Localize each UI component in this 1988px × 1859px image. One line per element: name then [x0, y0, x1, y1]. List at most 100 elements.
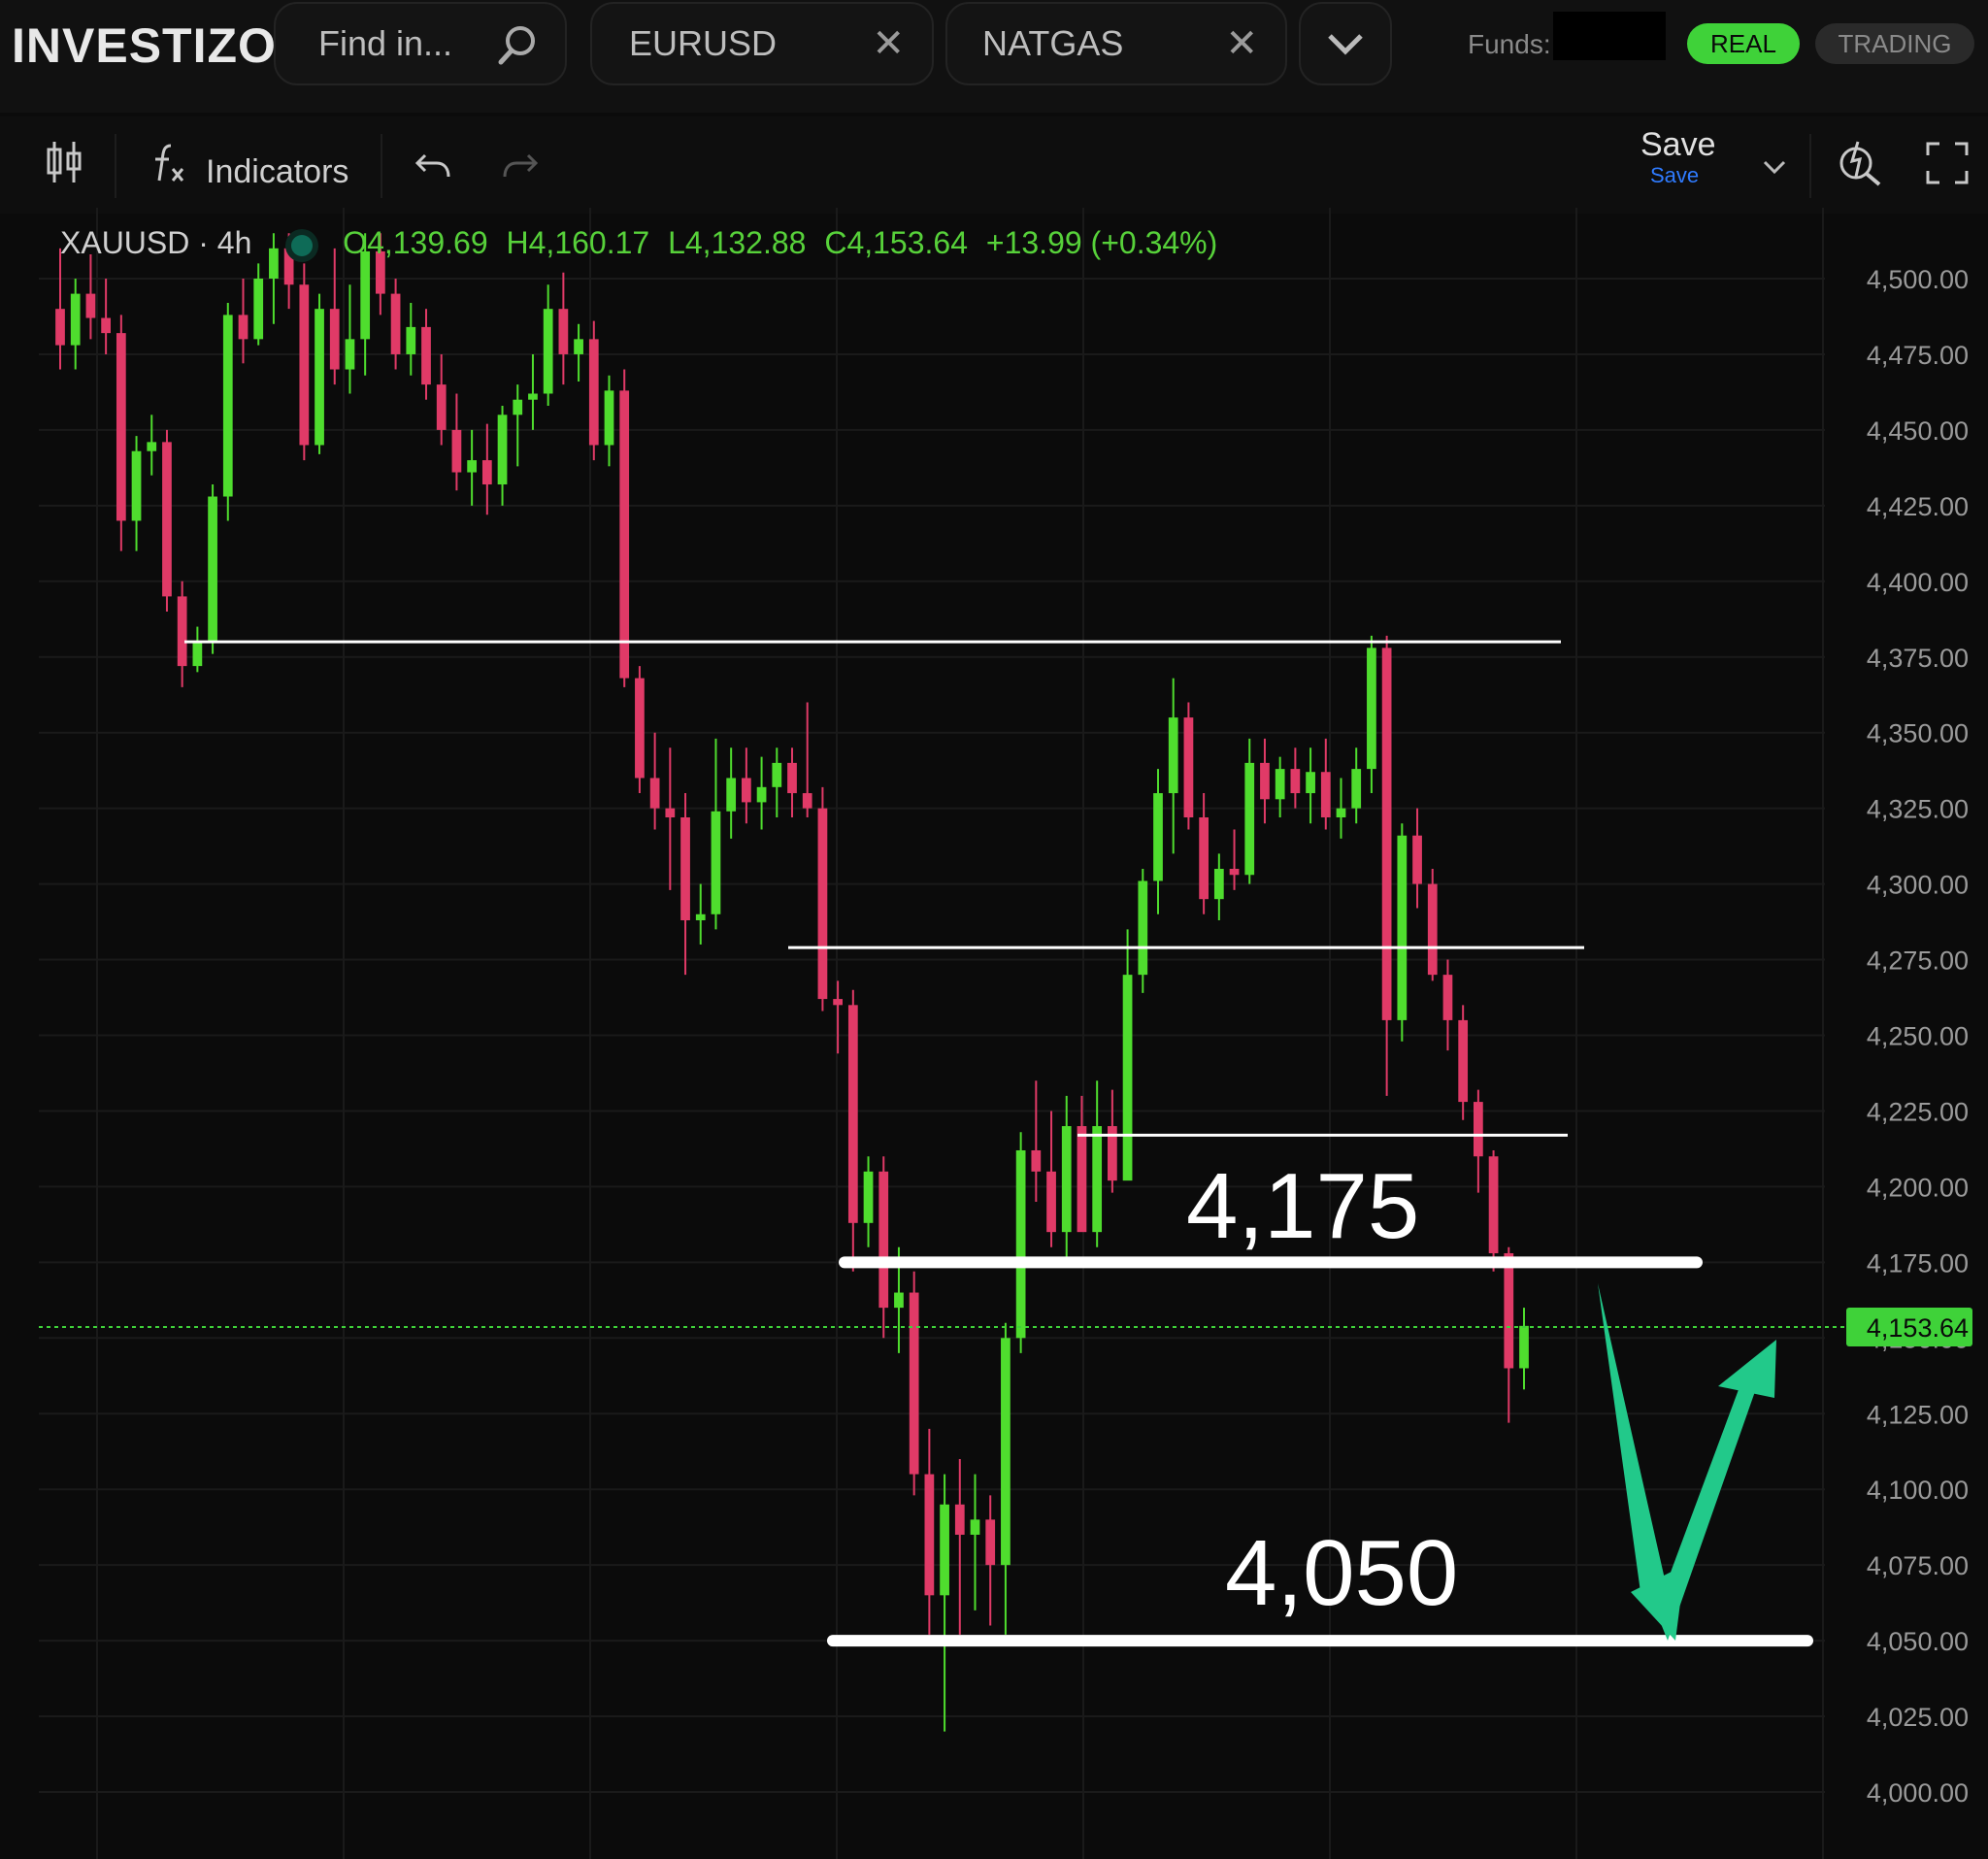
- chart-legend: XAUUSD · 4h O4,139.69 H4,160.17 L4,132.8…: [60, 225, 1217, 261]
- price-tick-label: 4,425.00: [1867, 492, 1969, 521]
- candle-body: [619, 390, 630, 679]
- candle-body: [1183, 717, 1194, 818]
- candle-body: [847, 1005, 858, 1223]
- arrow-annotation: [1598, 1283, 1776, 1641]
- candle-body: [1488, 1156, 1499, 1253]
- function-icon[interactable]: [149, 140, 188, 186]
- tab-natgas[interactable]: NATGAS ✕: [945, 2, 1287, 85]
- price-chart[interactable]: 4,500.00 4,475.00 4,450.00 4,425.00 4,400.00…: [0, 208, 1988, 1859]
- real-mode-button[interactable]: REAL: [1687, 23, 1800, 64]
- top-bar: INVESTIZO Find in... EURUSD ✕ NATGAS ✕ F…: [0, 0, 1988, 113]
- candle-body: [863, 1171, 874, 1223]
- trading-mode-button[interactable]: TRADING: [1815, 23, 1974, 64]
- logo[interactable]: INVESTIZO: [12, 12, 277, 80]
- candle-body: [894, 1292, 904, 1309]
- candle-body: [467, 460, 477, 473]
- candle-body: [315, 309, 324, 446]
- arrow-up-head: [1718, 1340, 1776, 1398]
- price-tick-label: 4,100.00: [1867, 1476, 1969, 1505]
- candle-body: [1442, 975, 1453, 1020]
- candle-body: [421, 326, 431, 385]
- tabs-dropdown-button[interactable]: [1299, 2, 1392, 85]
- candle-body: [772, 762, 782, 787]
- candle-body: [1153, 793, 1163, 881]
- candle-body: [985, 1519, 996, 1566]
- candle-body: [451, 429, 462, 473]
- redo-icon[interactable]: [501, 148, 540, 183]
- candle-body: [1275, 769, 1285, 800]
- candle-body: [253, 279, 264, 340]
- candle-body: [756, 786, 767, 803]
- candle-body: [604, 390, 614, 446]
- save-button[interactable]: Save: [1640, 126, 1716, 164]
- price-tick-label: 4,325.00: [1867, 795, 1969, 824]
- save-sublabel: Save: [1650, 163, 1700, 187]
- low-value: L4,132.88: [668, 225, 807, 260]
- candle-body: [1427, 883, 1438, 976]
- candle-body: [162, 442, 172, 597]
- undo-icon[interactable]: [414, 148, 452, 183]
- fullscreen-icon[interactable]: [1926, 142, 1969, 184]
- candle-body: [1336, 808, 1346, 818]
- price-tick-label: 4,350.00: [1867, 719, 1969, 748]
- candle-body: [1213, 869, 1224, 900]
- change-value: +13.99 (+0.34%): [985, 225, 1218, 260]
- candle-body: [1260, 762, 1270, 800]
- candle-body: [360, 250, 371, 340]
- toolbar-divider: [1809, 134, 1811, 198]
- candle-body: [238, 315, 248, 340]
- candle-body: [1474, 1102, 1483, 1157]
- candle-body: [101, 317, 111, 334]
- indicators-button[interactable]: Indicators: [206, 153, 348, 191]
- close-icon[interactable]: ✕: [1225, 21, 1258, 66]
- arrow-up-shaft: [1656, 1377, 1759, 1641]
- candle-body: [558, 309, 569, 354]
- quick-search-icon[interactable]: [1837, 138, 1885, 186]
- candle-body: [177, 596, 187, 667]
- candle-type-icon[interactable]: [43, 138, 85, 186]
- candle-body: [1381, 647, 1392, 1020]
- open-value: O4,139.69: [343, 225, 488, 260]
- candle-body: [436, 384, 447, 430]
- symbol-label[interactable]: XAUUSD · 4h: [60, 225, 251, 260]
- price-tick-label: 4,025.00: [1867, 1703, 1969, 1732]
- candle-body: [513, 399, 523, 415]
- candle-body: [1092, 1126, 1103, 1233]
- candle-body: [635, 678, 645, 779]
- candle-body: [1290, 769, 1301, 794]
- search-input[interactable]: Find in...: [318, 23, 452, 64]
- tab-eurusd[interactable]: EURUSD ✕: [590, 2, 934, 85]
- price-tick-label: 4,125.00: [1867, 1400, 1969, 1429]
- level-label-4175: 4,175: [1186, 1154, 1420, 1258]
- search-box[interactable]: Find in...: [274, 2, 567, 85]
- candles: [55, 233, 1529, 1732]
- chevron-down-icon: [1328, 34, 1363, 55]
- candle-body: [208, 496, 217, 643]
- candle-body: [1504, 1252, 1514, 1369]
- price-tick-label: 4,450.00: [1867, 416, 1969, 446]
- current-price-label: 4,153.64: [1867, 1313, 1969, 1343]
- candle-body: [1046, 1171, 1056, 1233]
- chevron-down-icon[interactable]: [1761, 157, 1788, 177]
- price-tick-label: 4,400.00: [1867, 568, 1969, 597]
- level-label-4050: 4,050: [1225, 1521, 1459, 1625]
- candle-body: [1001, 1338, 1011, 1566]
- candle-body: [1320, 772, 1331, 818]
- candle-body: [1519, 1325, 1529, 1369]
- candle-body: [649, 778, 660, 809]
- candle-body: [680, 817, 690, 921]
- candle-body: [1397, 835, 1408, 1020]
- candle-body: [574, 339, 583, 354]
- candle-body: [481, 460, 492, 485]
- grid: [39, 208, 1825, 1859]
- close-icon[interactable]: ✕: [872, 21, 905, 66]
- candle-body: [329, 309, 340, 370]
- candle-body: [817, 808, 828, 1000]
- price-tick-label: 4,500.00: [1867, 265, 1969, 294]
- candle-body: [1199, 817, 1209, 900]
- candle-body: [497, 415, 508, 485]
- arrow-down-shaft: [1598, 1283, 1668, 1592]
- candle-body: [833, 999, 843, 1006]
- search-icon[interactable]: [493, 21, 540, 68]
- candle-body: [192, 642, 203, 667]
